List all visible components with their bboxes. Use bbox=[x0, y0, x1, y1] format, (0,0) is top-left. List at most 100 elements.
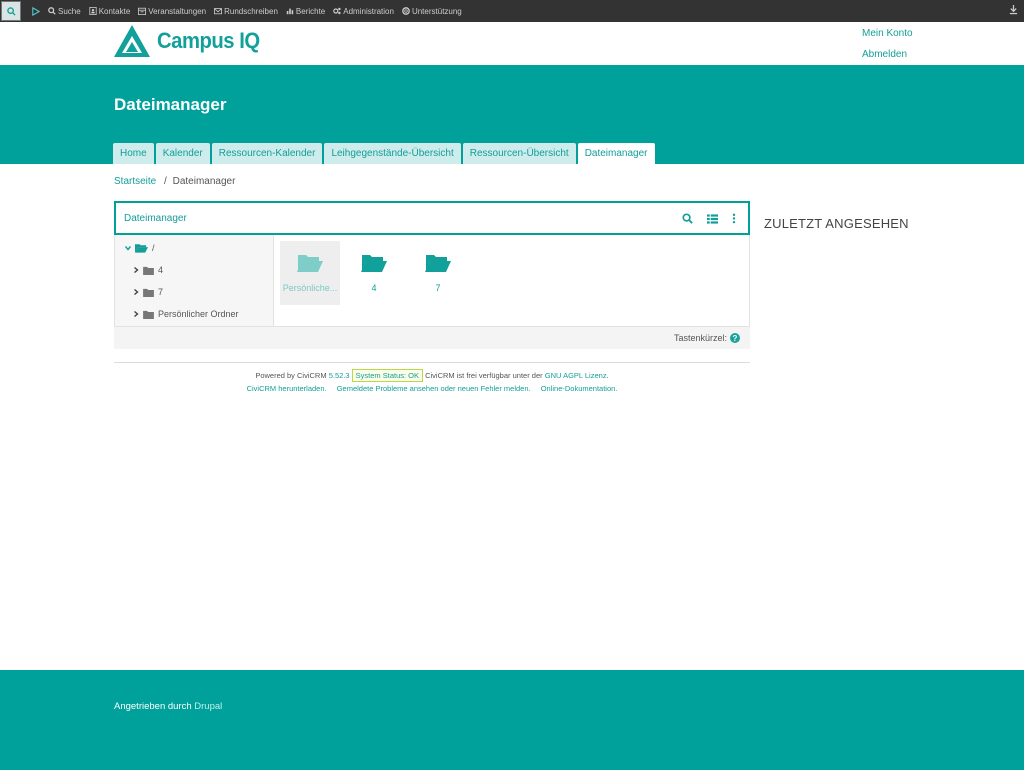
contact-card-icon bbox=[89, 7, 97, 15]
download-arrow-icon bbox=[1009, 5, 1018, 15]
menu-mailings-label: Rundschreiben bbox=[224, 6, 278, 16]
chevron-right-icon[interactable] bbox=[133, 267, 139, 273]
menu-administration-label: Administration bbox=[343, 6, 394, 16]
chevron-down-icon[interactable] bbox=[125, 245, 131, 251]
powered-by-drupal-text: Angetrieben durch bbox=[114, 701, 192, 712]
menu-events-label: Veranstaltungen bbox=[148, 6, 207, 16]
menu-reports-label: Berichte bbox=[295, 6, 326, 16]
folder-open-icon bbox=[135, 244, 148, 253]
breadcrumb-current: Dateimanager bbox=[172, 176, 236, 187]
civicrm-footer: Powered by CiviCRM 5.52.3 System Status:… bbox=[0, 369, 864, 395]
chevron-right-icon[interactable] bbox=[133, 289, 139, 295]
folder-tree: / 4 7 Persönlicher Ordner bbox=[115, 235, 274, 326]
search-icon bbox=[682, 213, 693, 224]
file-manager-body: / 4 7 Persönlicher Ordner Persönliche...… bbox=[114, 235, 750, 327]
recently-viewed-heading: ZULETZT ANGESEHEN bbox=[764, 216, 909, 231]
life-ring-icon bbox=[402, 7, 410, 15]
civicrm-menubar: Suche Kontakte Veranstaltungen Rundschre… bbox=[0, 0, 1024, 22]
powered-by-text: Powered by CiviCRM bbox=[255, 371, 327, 380]
menu-search[interactable]: Suche bbox=[48, 7, 81, 16]
tab-dateimanager[interactable]: Dateimanager bbox=[577, 143, 655, 165]
tab-ressourcen-kalender[interactable]: Ressourcen-Kalender bbox=[211, 143, 323, 164]
keyboard-shortcuts-label: Tastenkürzel: bbox=[673, 333, 727, 343]
folder-open-icon bbox=[297, 255, 323, 272]
calendar-icon bbox=[138, 7, 147, 15]
site-brand-name: Campus IQ bbox=[157, 28, 260, 53]
menu-contacts-label: Kontakte bbox=[98, 6, 131, 16]
file-manager-statusbar: Tastenkürzel: ? bbox=[114, 327, 750, 349]
site-footer-text: Angetrieben durch Drupal bbox=[114, 701, 222, 712]
tab-home[interactable]: Home bbox=[113, 143, 154, 164]
site-logo[interactable]: Campus IQ bbox=[113, 24, 269, 58]
menu-events[interactable]: Veranstaltungen bbox=[138, 7, 206, 16]
folder-icon bbox=[143, 266, 154, 275]
page-banner: Dateimanager Home Kalender Ressourcen-Ka… bbox=[0, 65, 1024, 165]
file-item-label: 4 bbox=[371, 283, 377, 293]
license-text: CiviCRM ist frei verfügbar unter der bbox=[425, 371, 543, 380]
tree-node-label: 7 bbox=[158, 287, 164, 297]
tab-ressourcen-uebersicht[interactable]: Ressourcen-Übersicht bbox=[462, 143, 576, 164]
file-item-label: 7 bbox=[435, 283, 441, 293]
logout-link[interactable]: Abmelden bbox=[862, 49, 907, 60]
download-civicrm-link[interactable]: CiviCRM herunterladen. bbox=[247, 384, 327, 393]
folder-open-icon bbox=[361, 255, 387, 272]
system-status-badge[interactable]: System Status: OK bbox=[351, 369, 423, 382]
menu-mailings[interactable]: Rundschreiben bbox=[214, 7, 278, 16]
tree-node-root[interactable]: / bbox=[125, 243, 155, 253]
breadcrumb-home-link[interactable]: Startseite bbox=[114, 176, 156, 187]
menu-contacts[interactable]: Kontakte bbox=[89, 6, 131, 16]
folder-icon bbox=[143, 310, 154, 319]
search-icon bbox=[48, 7, 56, 15]
footer-divider bbox=[114, 362, 750, 363]
file-manager-toolbar bbox=[682, 211, 736, 229]
tab-kalender[interactable]: Kalender bbox=[155, 143, 210, 164]
play-icon bbox=[32, 6, 40, 16]
site-footer: Angetrieben durch Drupal bbox=[0, 670, 1024, 770]
report-issues-link[interactable]: Gemeldete Probleme ansehen oder neuen Fe… bbox=[337, 384, 531, 393]
site-header: Campus IQ Mein Konto Abmelden bbox=[0, 22, 1024, 65]
primary-tabs: Home Kalender Ressourcen-Kalender Leihge… bbox=[113, 143, 655, 165]
fm-search-button[interactable] bbox=[682, 211, 693, 229]
file-item-label: Persönliche... bbox=[282, 283, 338, 293]
menu-support[interactable]: Unterstützung bbox=[402, 7, 462, 16]
menu-support-label: Unterstützung bbox=[411, 6, 462, 16]
breadcrumb: Startseite / Dateimanager bbox=[114, 176, 235, 187]
license-link[interactable]: GNU AGPL Lizenz bbox=[545, 371, 607, 380]
campus-iq-logo-icon bbox=[114, 25, 150, 57]
breadcrumb-separator: / bbox=[164, 176, 167, 187]
file-item-personal-folder[interactable]: Persönliche... bbox=[280, 241, 340, 305]
tree-node-7[interactable]: 7 bbox=[133, 287, 163, 297]
folder-open-icon bbox=[425, 255, 451, 272]
drupal-link[interactable]: Drupal bbox=[194, 701, 222, 712]
bar-chart-icon bbox=[286, 8, 294, 15]
menu-reports[interactable]: Berichte bbox=[286, 7, 325, 16]
tree-node-label: 4 bbox=[158, 265, 164, 275]
tree-node-label: / bbox=[152, 243, 155, 253]
file-item-7[interactable]: 7 bbox=[408, 241, 468, 305]
file-manager-header: Dateimanager bbox=[114, 201, 750, 235]
menu-search-label: Suche bbox=[58, 6, 81, 16]
tab-leihgegenstaende-uebersicht[interactable]: Leihgegenstände-Übersicht bbox=[324, 143, 461, 164]
my-account-link[interactable]: Mein Konto bbox=[862, 28, 913, 39]
vertical-ellipsis-icon bbox=[732, 213, 736, 224]
list-view-icon bbox=[707, 214, 718, 224]
tree-node-personal-folder[interactable]: Persönlicher Ordner bbox=[133, 309, 239, 319]
tree-node-label: Persönlicher Ordner bbox=[158, 309, 239, 319]
online-docs-link[interactable]: Online-Dokumentation. bbox=[541, 384, 618, 393]
civicrm-version-link[interactable]: 5.52.3 bbox=[329, 371, 350, 380]
question-circle-icon[interactable]: ? bbox=[730, 333, 740, 343]
file-manager-title: Dateimanager bbox=[124, 213, 187, 224]
fm-more-options-button[interactable] bbox=[732, 211, 736, 229]
civicrm-footer-line2: CiviCRM herunterladen. Gemeldete Problem… bbox=[0, 382, 864, 395]
menubar-toggle-button[interactable] bbox=[1009, 4, 1018, 17]
tree-node-4[interactable]: 4 bbox=[133, 265, 163, 275]
period-text: . bbox=[606, 371, 609, 380]
menu-administration[interactable]: Administration bbox=[333, 7, 394, 16]
chevron-right-icon[interactable] bbox=[133, 311, 139, 317]
file-grid: Persönliche... 4 7 bbox=[280, 241, 472, 305]
page-title: Dateimanager bbox=[114, 95, 227, 114]
file-item-4[interactable]: 4 bbox=[344, 241, 404, 305]
fm-view-toggle-button[interactable] bbox=[707, 211, 718, 229]
quicksearch-button[interactable] bbox=[1, 1, 21, 21]
menubar-home-button[interactable] bbox=[31, 6, 40, 16]
